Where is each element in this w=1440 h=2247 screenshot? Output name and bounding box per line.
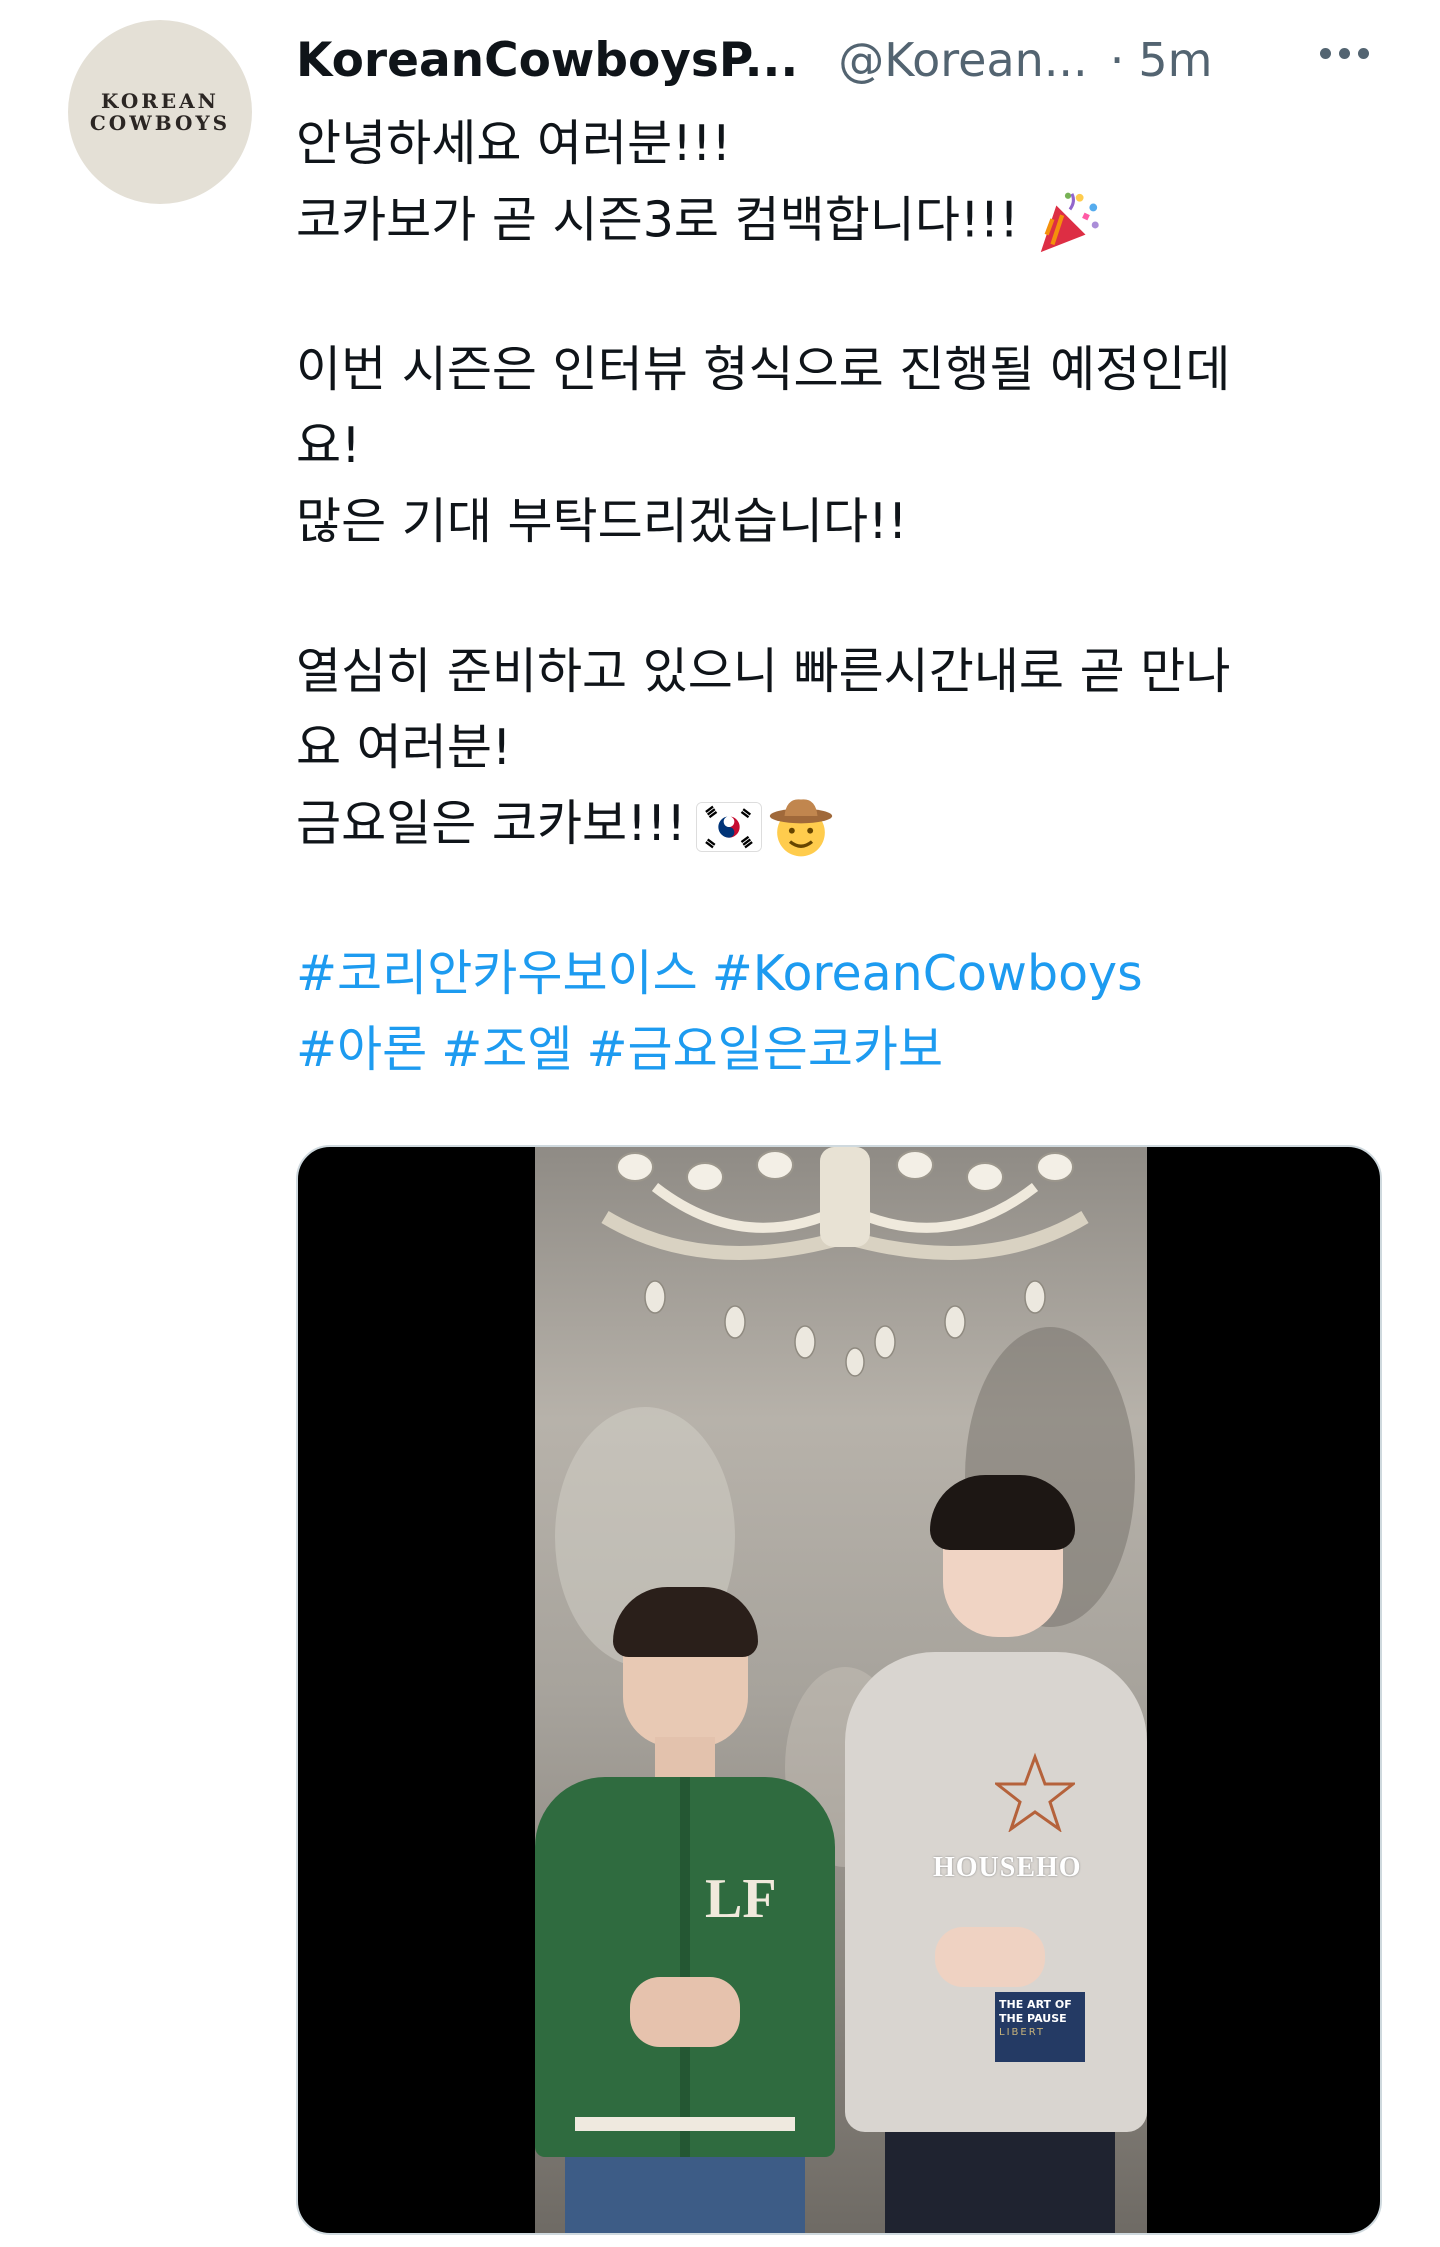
hashtag-link[interactable]: #KoreanCowboys <box>712 945 1143 1002</box>
avatar-logo-line-2: COWBOYS <box>89 111 231 135</box>
tweet-text-line: 코카보가 곧 시즌3로 컴백합니다!!! <box>296 188 1103 258</box>
tweet-text-line: 이번 시즌은 인터뷰 형식으로 진행될 예정인데 <box>296 338 1230 402</box>
star-icon <box>995 1752 1075 1832</box>
party-popper-icon <box>1040 192 1099 253</box>
hoodie-patch: THE ART OF THE PAUSE LIBERT <box>995 1992 1085 2062</box>
text-segment: 안녕하세요 여러분!!! <box>296 115 732 172</box>
tweet-text-line: 열심히 준비하고 있으니 빠른시간내로 곧 만나 <box>296 640 1230 704</box>
text-segment: 많은 기대 부탁드리겠습니다!! <box>296 493 908 550</box>
avatar[interactable]: KOREAN COWBOYS <box>68 20 252 204</box>
jacket-stripe <box>575 2117 795 2131</box>
person-right: HOUSEHO THE ART OF THE PAUSE LIBERT <box>835 1475 1147 2233</box>
tweet-text-line: 요 여러분! <box>296 716 512 780</box>
more-dot <box>1339 48 1350 59</box>
jacket-letters: LF <box>705 1868 777 1930</box>
person-left: LF <box>535 1587 835 2233</box>
text-segment: 코카보가 곧 시즌3로 컴백합니다!!! <box>296 191 1019 249</box>
hashtags-line: #아론 #조엘 #금요일은코카보 <box>296 1018 957 1082</box>
hair <box>930 1475 1075 1550</box>
avatar-logo-line-1: KOREAN <box>101 89 219 113</box>
more-dot <box>1320 48 1331 59</box>
patch-line: THE ART OF <box>999 1998 1072 2011</box>
more-dot <box>1358 48 1369 59</box>
timestamp[interactable]: 5m <box>1138 33 1212 87</box>
tweet-text-line: 요! <box>296 414 361 478</box>
cowboy-hat-face-icon <box>769 798 833 856</box>
tweet-text-line: 금요일은 코카보!!! <box>296 792 834 860</box>
video-frame: LF HOUSEHO THE ART OF THE PAUSE LIBERT <box>535 1147 1147 2233</box>
text-segment: 금요일은 코카보!!! <box>296 795 687 852</box>
hashtag-link[interactable]: #금요일은코카보 <box>586 1021 943 1078</box>
text-segment: 이번 시즌은 인터뷰 형식으로 진행될 예정인데 <box>296 341 1231 398</box>
video-player[interactable]: LF HOUSEHO THE ART OF THE PAUSE LIBERT <box>296 1145 1382 2235</box>
grey-hoodie: HOUSEHO THE ART OF THE PAUSE LIBERT <box>845 1652 1147 2132</box>
dark-pants <box>885 2132 1115 2233</box>
patch-line: THE PAUSE <box>999 2012 1067 2025</box>
tweet-text-line: 많은 기대 부탁드리겠습니다!! <box>296 490 907 554</box>
tweet-header: KoreanCowboysP... @Korean... · 5m <box>296 28 1386 92</box>
hashtag-link[interactable]: #아론 <box>296 1021 427 1078</box>
hands <box>630 1977 740 2047</box>
hoodie-text: HOUSEHO <box>933 1852 1082 1883</box>
patch-line: LIBERT <box>999 2027 1046 2038</box>
separator-dot: · <box>1109 33 1125 87</box>
text-segment: 열심히 준비하고 있으니 빠른시간내로 곧 만나 <box>296 643 1231 700</box>
hashtag-link[interactable]: #코리안카우보이스 <box>296 945 698 1002</box>
chandelier <box>601 1147 1089 1377</box>
user-handle[interactable]: @Korean... <box>838 33 1087 87</box>
tweet-text-line: 안녕하세요 여러분!!! <box>296 112 731 176</box>
tweet[interactable]: KOREAN COWBOYS KoreanCowboysP... @Korean… <box>0 0 1440 2247</box>
text-segment: 요! <box>296 417 361 474</box>
hair <box>613 1587 758 1657</box>
jacket-placket <box>680 1777 690 2157</box>
green-jacket: LF <box>535 1777 835 2157</box>
south-korea-flag-icon <box>696 801 763 852</box>
more-horizontal-icon[interactable] <box>1320 48 1369 59</box>
display-name[interactable]: KoreanCowboysP... <box>296 33 798 88</box>
text-segment: 요 여러분! <box>296 719 512 776</box>
jeans <box>565 2157 805 2233</box>
hashtags-line: #코리안카우보이스 #KoreanCowboys <box>296 942 1157 1006</box>
hands <box>935 1927 1045 1987</box>
hashtag-link[interactable]: #조엘 <box>441 1021 572 1078</box>
